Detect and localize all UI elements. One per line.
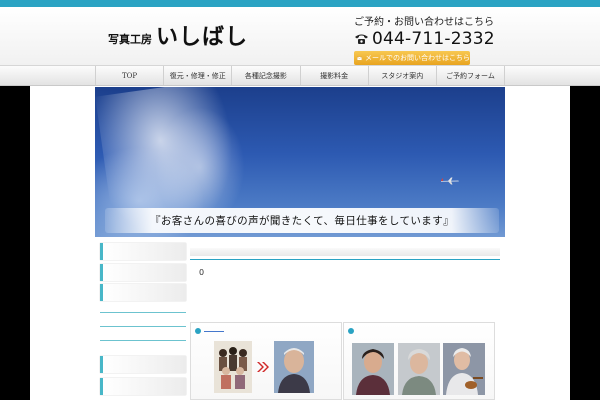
card-link-underline[interactable] bbox=[204, 331, 224, 332]
portrait-photo-elder bbox=[398, 343, 440, 395]
top-accent-stripe bbox=[0, 0, 600, 7]
nav-item-commemorative-photos[interactable]: 各種記念撮影 bbox=[232, 66, 301, 85]
portrait-photo-woman bbox=[352, 343, 394, 395]
sidebar-item[interactable] bbox=[100, 378, 186, 395]
bullet-icon bbox=[195, 328, 201, 334]
family-photo bbox=[214, 341, 252, 393]
nav-item-top[interactable]: TOP bbox=[96, 66, 165, 85]
sidebar-divider bbox=[100, 340, 186, 341]
contact-block: ご予約・お問い合わせはこちら 044-711-2332 メールでのお問い合わせは… bbox=[354, 17, 504, 65]
envelope-icon bbox=[357, 56, 362, 60]
hero-slogan-bar: 『お客さんの喜びの声が聞きたくて、毎日仕事をしています』 bbox=[105, 208, 499, 233]
nav-item-restoration[interactable]: 復元・修理・修正 bbox=[164, 66, 233, 85]
restored-portrait-photo bbox=[274, 341, 314, 393]
nav-item-reservation-form[interactable]: ご予約フォーム bbox=[437, 66, 506, 85]
mail-inquiry-label: メールでのお問い合わせはこちら bbox=[365, 54, 470, 62]
nav-menu: TOP 復元・修理・修正 各種記念撮影 撮影料金 スタジオ案内 ご予約フォーム bbox=[95, 66, 506, 85]
sidebar-item[interactable] bbox=[100, 284, 186, 301]
content-heading-rule bbox=[190, 259, 500, 260]
sidebar-item[interactable] bbox=[100, 243, 186, 260]
site-header: 写真工房 いしばし ご予約・お問い合わせはこちら 044-711-2332 メー… bbox=[0, 7, 600, 65]
bullet-icon bbox=[348, 328, 354, 334]
content-heading-bar bbox=[190, 248, 500, 256]
logo-subtitle: 写真工房 bbox=[108, 33, 152, 46]
sidebar-item[interactable] bbox=[100, 264, 186, 281]
portrait-photo-musician bbox=[443, 343, 485, 395]
sidebar-divider bbox=[100, 312, 186, 313]
nav-item-pricing[interactable]: 撮影料金 bbox=[301, 66, 369, 85]
sidebar-divider bbox=[100, 326, 186, 327]
hero-slogan: 『お客さんの喜びの声が聞きたくて、毎日仕事をしています』 bbox=[149, 215, 455, 227]
main-navigation: TOP 復元・修理・修正 各種記念撮影 撮影料金 スタジオ案内 ご予約フォーム bbox=[0, 65, 600, 86]
double-chevron-right-icon bbox=[257, 362, 269, 372]
airplane-icon bbox=[441, 177, 459, 185]
phone-row: 044-711-2332 bbox=[354, 30, 504, 48]
nav-item-studio-info[interactable]: スタジオ案内 bbox=[369, 66, 437, 85]
phone-number[interactable]: 044-711-2332 bbox=[372, 30, 495, 48]
contact-label: ご予約・お問い合わせはこちら bbox=[354, 17, 494, 28]
mail-inquiry-button[interactable]: メールでのお問い合わせはこちら bbox=[354, 51, 470, 65]
logo-title: いしばし bbox=[156, 24, 249, 50]
phone-icon bbox=[355, 34, 368, 44]
site-logo[interactable]: 写真工房 いしばし bbox=[108, 19, 248, 51]
restoration-card[interactable] bbox=[190, 322, 342, 400]
counter-value: 0 bbox=[199, 268, 205, 277]
sidebar-item[interactable] bbox=[100, 356, 186, 373]
